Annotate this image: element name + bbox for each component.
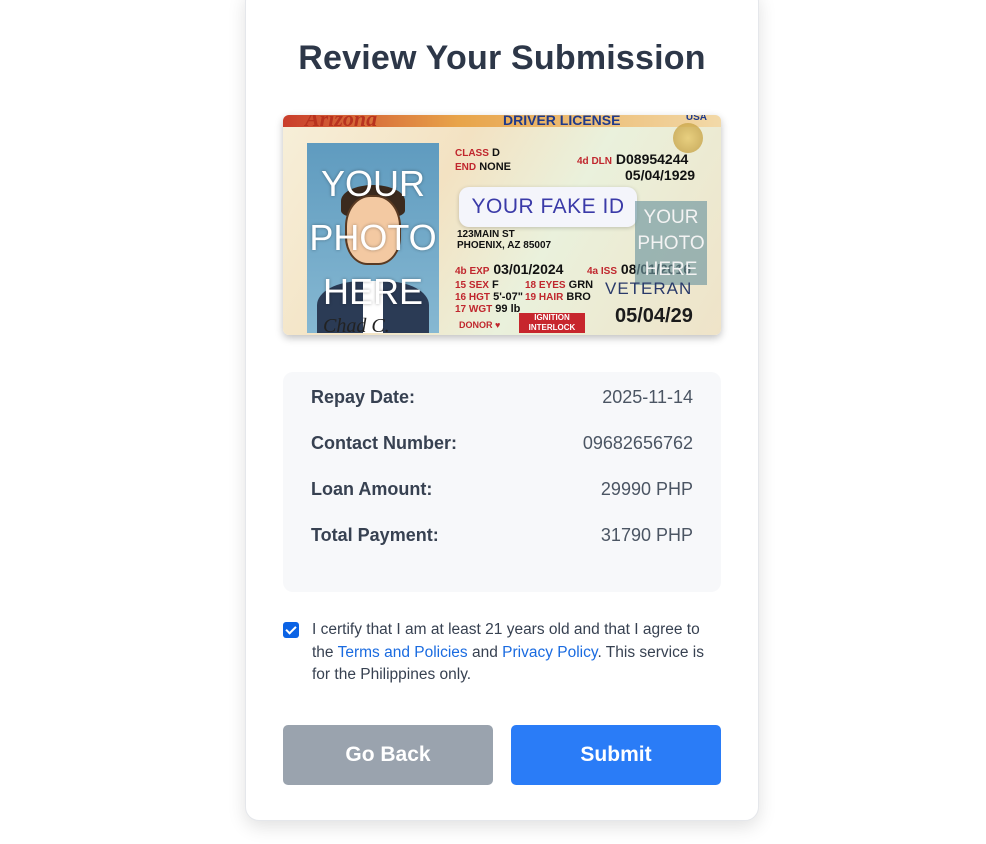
- id-address-line1: 123MAIN ST: [457, 229, 515, 240]
- id-dln-value: D08954244: [615, 151, 689, 167]
- id-interlock-badge: IGNITION INTERLOCK: [519, 313, 585, 333]
- loan-amount-label: Loan Amount:: [311, 478, 433, 499]
- id-eyes-field: 18 EYES GRN: [525, 279, 593, 291]
- id-wgt-label: 17 WGT: [455, 304, 493, 315]
- id-wgt-field: 17 WGT 99 lb: [455, 303, 520, 315]
- repay-date-row: Repay Date: 2025-11-14: [311, 385, 693, 409]
- id-ghost-photo: YOUR PHOTO HERE: [635, 201, 707, 285]
- id-exp-label: 4b EXP: [455, 266, 490, 277]
- id-sex-field: 15 SEX F: [455, 279, 499, 291]
- id-hair-label: 19 HAIR: [525, 292, 564, 303]
- id-dob-value: 05/04/1929: [625, 167, 696, 183]
- id-photo-placeholder: YOUR PHOTO HERE: [307, 143, 439, 333]
- id-hair-value: BRO: [566, 291, 591, 303]
- id-hgt-field: 16 HGT 5'-07": [455, 291, 523, 303]
- id-iss-label: 4a ISS: [587, 266, 618, 277]
- certify-text: I certify that I am at least 21 years ol…: [312, 619, 723, 687]
- terms-link[interactable]: Terms and Policies: [338, 644, 468, 661]
- id-sex-label: 15 SEX: [455, 280, 489, 291]
- id-class-value: D: [491, 147, 500, 159]
- id-large-date: 05/04/29: [615, 305, 693, 327]
- id-veteran-label: VETERAN: [605, 279, 693, 298]
- total-payment-value: 31790 PHP: [600, 524, 693, 545]
- id-eyes-label: 18 EYES: [525, 280, 566, 291]
- id-address-line2: PHOENIX, AZ 85007: [457, 240, 552, 251]
- id-signature: Chad C.: [323, 315, 390, 335]
- submit-button[interactable]: Submit: [511, 725, 721, 785]
- certify-checkbox[interactable]: [283, 622, 299, 638]
- repay-date-label: Repay Date:: [311, 386, 416, 407]
- id-class-field: CLASS D: [455, 147, 500, 159]
- id-end-field: END NONE: [455, 161, 511, 173]
- contact-number-label: Contact Number:: [311, 432, 458, 453]
- page-title: Review Your Submission: [298, 39, 706, 77]
- id-exp-value: 03/01/2024: [493, 261, 564, 277]
- go-back-button[interactable]: Go Back: [283, 725, 493, 785]
- total-payment-label: Total Payment:: [311, 524, 439, 545]
- certify-agreement: I certify that I am at least 21 years ol…: [283, 619, 723, 687]
- seal-icon: [673, 123, 703, 153]
- id-end-value: NONE: [479, 161, 511, 173]
- photo-placeholder-text: YOUR PHOTO HERE: [309, 163, 437, 312]
- contact-number-value: 09682656762: [582, 432, 693, 453]
- id-end-label: END: [455, 162, 477, 173]
- total-payment-row: Total Payment: 31790 PHP: [311, 523, 693, 547]
- id-hair-field: 19 HAIR BRO: [525, 291, 591, 303]
- id-hgt-value: 5'-07": [493, 291, 523, 303]
- id-sex-value: F: [491, 279, 499, 291]
- privacy-link[interactable]: Privacy Policy: [502, 644, 597, 661]
- id-dln-field: 4d DLN D08954244: [577, 151, 688, 167]
- id-card-type: DRIVER LICENSE: [503, 115, 621, 128]
- fake-id-banner: YOUR FAKE ID: [459, 187, 637, 227]
- id-hgt-label: 16 HGT: [455, 292, 491, 303]
- contact-number-row: Contact Number: 09682656762: [311, 431, 693, 455]
- id-card-country: USA: [685, 115, 707, 123]
- id-card-state: Arizona: [305, 115, 378, 131]
- id-wgt-value: 99 lb: [495, 303, 521, 315]
- id-card-image: Arizona DRIVER LICENSE USA YOUR PHOTO HE…: [283, 115, 721, 335]
- id-dln-label: 4d DLN: [577, 156, 612, 167]
- id-donor-label: DONOR ♥: [459, 320, 501, 330]
- submission-details: Repay Date: 2025-11-14 Contact Number: 0…: [283, 372, 721, 592]
- loan-amount-value: 29990 PHP: [600, 478, 693, 499]
- id-eyes-value: GRN: [568, 279, 594, 291]
- review-card: Review Your Submission Arizona DRIVER LI…: [245, 0, 759, 821]
- repay-date-value: 2025-11-14: [602, 386, 693, 407]
- id-class-label: CLASS: [455, 148, 489, 159]
- loan-amount-row: Loan Amount: 29990 PHP: [311, 477, 693, 501]
- id-exp-field: 4b EXP 03/01/2024: [455, 261, 563, 277]
- certify-text-middle: and: [467, 643, 503, 661]
